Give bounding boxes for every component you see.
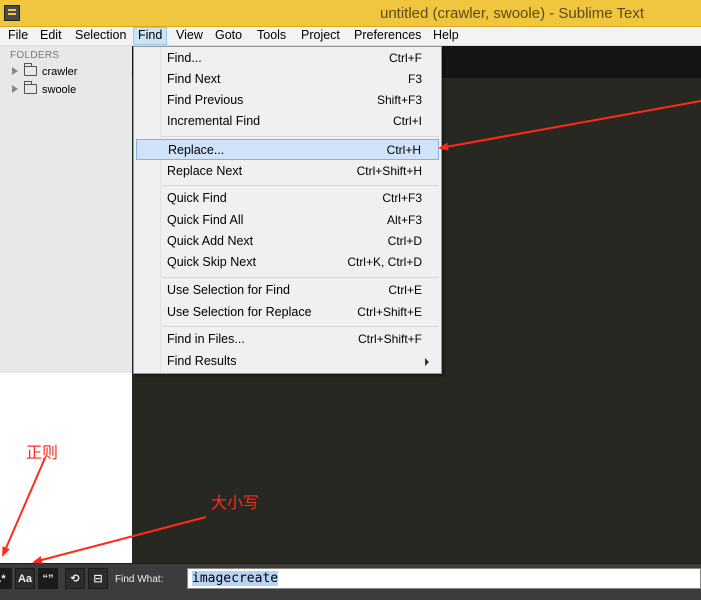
menu-item-find-previous[interactable]: Find Previous Shift+F3 — [136, 90, 439, 111]
menu-item-label: Replace Next — [167, 164, 243, 178]
menu-separator — [162, 136, 439, 137]
menu-item-shortcut: Ctrl+Shift+F — [357, 332, 422, 346]
menu-item-shortcut: Ctrl+F3 — [382, 191, 422, 205]
menu-separator — [162, 277, 439, 278]
menu-separator — [162, 185, 439, 186]
folder-label: swoole — [42, 84, 77, 96]
menu-item-find-results[interactable]: Find Results — [136, 351, 439, 372]
menu-item-quick-skip-next[interactable]: Quick Skip Next Ctrl+K, Ctrl+D — [136, 252, 439, 273]
menu-item-label: Find Previous — [167, 93, 244, 107]
menu-item-label: Replace... — [168, 143, 225, 157]
menu-item-label: Find Results — [167, 354, 237, 368]
menu-bar: File Edit Selection Find View Goto Tools… — [0, 27, 701, 46]
menu-separator — [162, 326, 439, 327]
menu-item-use-selection-replace[interactable]: Use Selection for Replace Ctrl+Shift+E — [136, 302, 439, 323]
menu-item-label: Quick Find All — [167, 213, 244, 227]
wrap-toggle-button[interactable]: ⟲ — [65, 568, 85, 589]
menu-item-find-in-files[interactable]: Find in Files... Ctrl+Shift+F — [136, 329, 439, 350]
menu-item-label: Use Selection for Replace — [167, 305, 312, 319]
in-selection-toggle-button[interactable]: ⊟ — [88, 568, 108, 589]
menu-project[interactable]: Project — [297, 27, 344, 45]
menu-item-shortcut: Ctrl+Shift+E — [357, 305, 422, 319]
menu-edit[interactable]: Edit — [36, 27, 66, 45]
title-bar: untitled (crawler, swoole) - Sublime Tex… — [0, 0, 701, 27]
menu-item-label: Find in Files... — [167, 332, 245, 346]
menu-item-shortcut: Ctrl+F — [389, 51, 422, 65]
find-input-value: imagecreate — [192, 571, 279, 586]
menu-item-shortcut: Ctrl+I — [392, 114, 422, 128]
expand-arrow-icon[interactable] — [12, 67, 18, 75]
sidebar-folder-swoole[interactable]: swoole — [12, 81, 77, 100]
whole-word-toggle-button[interactable]: “” — [38, 568, 58, 589]
find-what-label: Find What: — [115, 574, 164, 585]
menu-goto[interactable]: Goto — [211, 27, 246, 45]
menu-item-shortcut: Ctrl+H — [386, 143, 421, 157]
window-title: untitled (crawler, swoole) - Sublime Tex… — [380, 5, 644, 22]
menu-item-shortcut: F3 — [407, 72, 422, 86]
sidebar-folder-crawler[interactable]: crawler — [12, 63, 78, 82]
menu-item-label: Find Next — [167, 72, 221, 86]
find-what-input[interactable]: imagecreate — [187, 568, 701, 589]
find-menu-dropdown: Find... Ctrl+F Find Next F3 Find Previou… — [133, 46, 442, 374]
menu-selection[interactable]: Selection — [71, 27, 130, 45]
menu-view[interactable]: View — [172, 27, 207, 45]
menu-item-label: Find... — [167, 51, 202, 65]
menu-item-shortcut: Ctrl+E — [388, 283, 422, 297]
find-panel: .* Aa “” ⟲ ⊟ Find What: imagecreate — [0, 563, 701, 600]
menu-item-shortcut: Ctrl+Shift+H — [356, 164, 422, 178]
menu-item-label: Quick Skip Next — [167, 255, 256, 269]
menu-item-quick-add-next[interactable]: Quick Add Next Ctrl+D — [136, 231, 439, 252]
submenu-arrow-icon — [425, 358, 429, 366]
menu-item-find[interactable]: Find... Ctrl+F — [136, 48, 439, 69]
menu-tools[interactable]: Tools — [253, 27, 290, 45]
menu-item-label: Incremental Find — [167, 114, 261, 128]
menu-item-use-selection-find[interactable]: Use Selection for Find Ctrl+E — [136, 280, 439, 301]
menu-item-quick-find-all[interactable]: Quick Find All Alt+F3 — [136, 210, 439, 231]
annotation-regex-label: 正则 — [26, 445, 59, 462]
menu-item-replace[interactable]: Replace... Ctrl+H — [136, 139, 439, 160]
menu-help[interactable]: Help — [429, 27, 463, 45]
folder-label: crawler — [42, 66, 78, 78]
folder-icon — [24, 81, 37, 94]
regex-toggle-button[interactable]: .* — [0, 568, 12, 589]
menu-item-shortcut: Alt+F3 — [386, 213, 422, 227]
app-icon[interactable] — [4, 5, 20, 21]
menu-item-incremental-find[interactable]: Incremental Find Ctrl+I — [136, 111, 439, 132]
folder-icon — [24, 63, 37, 76]
menu-item-quick-find[interactable]: Quick Find Ctrl+F3 — [136, 188, 439, 209]
folders-header: FOLDERS — [10, 50, 60, 61]
menu-item-shortcut: Ctrl+D — [387, 234, 422, 248]
menu-item-replace-next[interactable]: Replace Next Ctrl+Shift+H — [136, 161, 439, 182]
expand-arrow-icon[interactable] — [12, 85, 18, 93]
menu-item-find-next[interactable]: Find Next F3 — [136, 69, 439, 90]
menu-item-label: Use Selection for Find — [167, 283, 290, 297]
sidebar-empty-area — [0, 373, 132, 563]
menu-preferences[interactable]: Preferences — [350, 27, 425, 45]
menu-file[interactable]: File — [4, 27, 32, 45]
menu-item-label: Quick Find — [167, 191, 227, 205]
annotation-case-label: 大小写 — [211, 495, 260, 512]
case-sensitive-toggle-button[interactable]: Aa — [15, 568, 35, 589]
menu-find[interactable]: Find — [133, 27, 168, 45]
menu-item-label: Quick Add Next — [167, 234, 254, 248]
sidebar: FOLDERS crawler swoole — [0, 46, 132, 373]
menu-item-shortcut: Ctrl+K, Ctrl+D — [347, 255, 422, 269]
menu-item-shortcut: Shift+F3 — [376, 93, 422, 107]
